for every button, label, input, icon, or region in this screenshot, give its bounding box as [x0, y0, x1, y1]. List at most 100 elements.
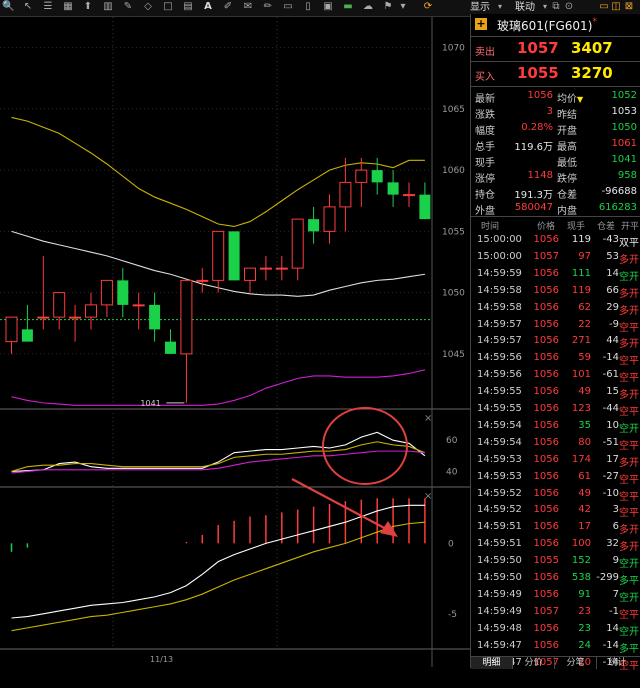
tab-detail[interactable]: 明细	[471, 657, 513, 669]
tick-oi: 6	[612, 521, 619, 533]
tick-price: 1057	[533, 250, 559, 262]
tick-row[interactable]: 14:59:54 1056 80 -51 空平	[471, 435, 640, 452]
price-tick-label: 1060	[442, 166, 465, 176]
tick-time: 14:59:55	[477, 403, 522, 414]
grid2-icon[interactable]: ▤	[182, 1, 194, 13]
frame-icon[interactable]: ▭	[282, 1, 294, 13]
refresh-icon[interactable]: ⟳	[422, 1, 434, 13]
tick-row[interactable]: 14:59:57 1056 271 44 多开	[471, 333, 640, 350]
tick-oi: 10	[606, 419, 619, 431]
tick-price: 1056	[533, 453, 559, 465]
tick-row[interactable]: 14:59:56 1056 59 -14 空平	[471, 350, 640, 367]
tick-row[interactable]: 14:59:53 1056 174 17 多开	[471, 452, 640, 469]
tick-price: 1056	[533, 572, 559, 583]
flag-icon[interactable]: ⚑	[382, 1, 394, 13]
tick-row[interactable]: 14:59:52 1056 42 3 空平	[471, 502, 640, 519]
tick-row[interactable]: 14:59:58 1056 62 29 多开	[471, 300, 640, 317]
tick-time: 14:59:57	[477, 318, 522, 330]
card-icon[interactable]: ▬	[342, 1, 354, 13]
stat-label: 最新	[475, 94, 495, 105]
win-min-icon[interactable]: ▭	[598, 1, 610, 13]
stat-row: 外盘 580047 内盘 616283	[471, 200, 640, 217]
arrow-icon[interactable]: ↖	[22, 1, 34, 13]
tab-stats[interactable]: 统计	[597, 657, 638, 669]
col-price: 价格	[537, 222, 556, 232]
candle-body	[117, 280, 129, 305]
tick-time: 15:00:00	[477, 234, 522, 245]
tick-oi: 44	[606, 335, 619, 347]
tick-price: 1056	[533, 352, 559, 364]
stat-row: 持仓 191.3万 仓差 -96688	[471, 184, 640, 201]
brush-icon[interactable]: ✐	[222, 1, 234, 13]
chat-icon[interactable]: ✉	[242, 1, 254, 13]
tick-oi: 14	[606, 622, 619, 634]
tick-price: 1056	[533, 538, 559, 550]
tick-row[interactable]: 14:59:50 1056 538 -299 多平	[471, 570, 640, 587]
stat-label: 昨结	[557, 110, 577, 121]
candle-body	[53, 292, 66, 318]
diamond-icon[interactable]: ◇	[142, 1, 154, 13]
list-icon[interactable]: ☰	[42, 1, 54, 13]
candle-body	[387, 182, 399, 195]
tick-volume: 23	[578, 605, 591, 617]
tick-row[interactable]: 14:59:56 1056 101 -61 空平	[471, 367, 640, 384]
tick-row[interactable]: 14:59:54 1056 35 10 空开	[471, 418, 640, 435]
a-icon[interactable]: A	[202, 1, 214, 13]
tick-row[interactable]: 14:59:59 1056 111 14 空开	[471, 266, 640, 283]
tick-row[interactable]: 14:59:51 1056 17 6 多开	[471, 519, 640, 536]
add-icon[interactable]: +	[475, 18, 487, 30]
tab-price[interactable]: 分价	[513, 657, 555, 669]
tick-row[interactable]: 14:59:50 1055 152 9 空开	[471, 553, 640, 570]
tick-row[interactable]: 14:59:49 1057 23 -1 空平	[471, 604, 640, 621]
tick-row[interactable]: 14:59:52 1056 49 -10 空平	[471, 486, 640, 503]
tick-time: 15:00:00	[477, 250, 522, 262]
mag-icon[interactable]: 🔍	[2, 1, 14, 13]
tick-row[interactable]: 14:59:47 1056 24 -14 多平	[471, 638, 640, 655]
tick-row[interactable]: 15:00:00 1057 97 53 多开	[471, 249, 640, 266]
stat-value: 1053	[611, 106, 637, 117]
tick-time: 14:59:47	[477, 639, 522, 651]
tab-trades[interactable]: 分笔	[555, 657, 597, 669]
tick-row[interactable]: 14:59:55 1056 123 -44 空平	[471, 401, 640, 418]
tile-icon[interactable]: ▣	[322, 1, 334, 13]
up-icon[interactable]: ⬆	[82, 1, 94, 13]
display-dropdown-icon[interactable]: ▾	[494, 1, 506, 13]
candle-body	[196, 279, 209, 282]
cloud-icon[interactable]: ☁	[362, 1, 374, 13]
tick-oi: 7	[612, 588, 619, 600]
draw-icon[interactable]: ✏	[262, 1, 274, 13]
kline-chart[interactable]: 1045 1050 1055 1060 1065 1070 1041 40 60 × -5 0 × 11/…	[0, 17, 470, 667]
tick-row[interactable]: 14:59:48 1056 23 14 空开	[471, 621, 640, 638]
tick-kind: 多开	[619, 288, 639, 300]
dropdown-icon[interactable]: ▾	[397, 1, 409, 13]
tick-row[interactable]: 15:00:00 1056 119 -43 双平	[471, 232, 640, 249]
candle-body	[85, 304, 97, 318]
link-menu[interactable]: 联动	[515, 1, 535, 14]
price-tick-label: 1045	[442, 350, 465, 360]
tick-oi: -61	[602, 369, 619, 381]
tick-row[interactable]: 14:59:53 1056 61 -27 空平	[471, 469, 640, 486]
win-max-icon[interactable]: ◫	[610, 1, 622, 13]
bars-icon[interactable]: ▥	[102, 1, 114, 13]
pen-icon[interactable]: ✎	[122, 1, 134, 13]
tick-price: 1056	[533, 318, 559, 330]
grid-icon[interactable]: ▦	[62, 1, 74, 13]
tick-kind: 多开	[619, 525, 639, 537]
stat-value: 616283	[598, 202, 637, 213]
tick-row[interactable]: 14:59:49 1056 91 7 空开	[471, 587, 640, 604]
tick-time: 14:59:50	[477, 555, 522, 567]
tick-row[interactable]: 14:59:55 1056 49 15 多开	[471, 384, 640, 401]
candle-body	[5, 316, 18, 343]
tick-price: 1056	[533, 588, 559, 600]
tick-row[interactable]: 14:59:51 1056 100 32 多开	[471, 536, 640, 553]
win-close-icon[interactable]: ⊠	[623, 1, 635, 13]
tick-price: 1056	[533, 419, 559, 431]
pin-icon[interactable]: ⊙	[563, 1, 575, 13]
stat-label: 现手	[475, 158, 495, 169]
tick-row[interactable]: 14:59:57 1056 22 -9 空平	[471, 317, 640, 334]
square-icon[interactable]: □	[162, 1, 174, 13]
copy-icon[interactable]: ⧉	[550, 1, 562, 13]
display-menu[interactable]: 显示	[470, 1, 490, 14]
tick-row[interactable]: 14:59:58 1056 119 66 多开	[471, 283, 640, 300]
page-icon[interactable]: ▯	[302, 1, 314, 13]
